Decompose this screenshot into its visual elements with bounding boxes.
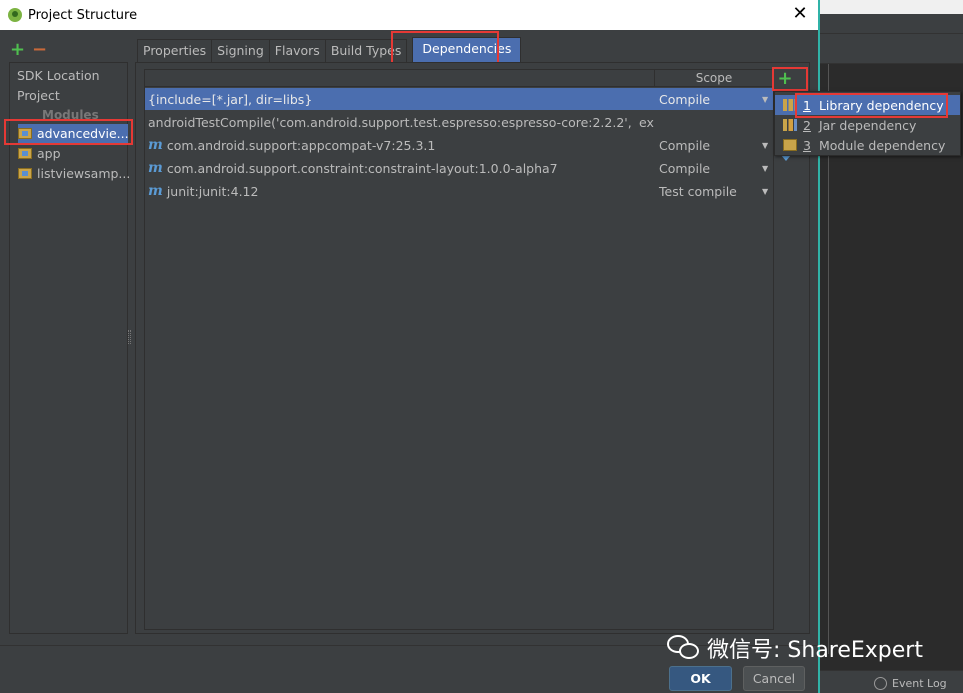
module-folder-icon xyxy=(18,128,32,139)
module-item-listviewsample[interactable]: listviewsamp... xyxy=(18,164,131,183)
menu-item-library-dependency[interactable]: 1 Library dependency xyxy=(775,95,960,115)
dependency-name: androidTestCompile('com.android.support.… xyxy=(148,115,633,130)
chevron-down-icon[interactable]: ▼ xyxy=(762,187,768,196)
module-label: listviewsamp... xyxy=(37,166,131,181)
dependency-name: m junit:junit:4.12 xyxy=(148,183,258,199)
left-navigation-panel: SDK Location Project Modules advancedvie… xyxy=(9,62,131,634)
watermark-text: 微信号: ShareExpert xyxy=(707,638,923,663)
ide-toolbar-strip xyxy=(818,34,963,64)
project-structure-dialog: Project Structure ✕ + − SDK Location Pro… xyxy=(0,0,820,693)
remove-module-button[interactable]: − xyxy=(32,39,47,60)
sidebar-item-sdk-location[interactable]: SDK Location xyxy=(17,68,100,83)
menu-item-label: Module dependency xyxy=(818,137,946,153)
maven-m-icon: m xyxy=(148,160,163,176)
tab-properties[interactable]: Properties xyxy=(137,39,213,62)
table-row[interactable]: {include=[*.jar], dir=libs} Compile ▼ xyxy=(145,88,773,110)
menu-item-module-dependency[interactable]: 3 Module dependency xyxy=(775,135,960,155)
scope-dropdown[interactable]: Test compile xyxy=(659,184,737,199)
dependency-label: androidTestCompile('com.android.support.… xyxy=(148,114,633,130)
table-row[interactable]: m com.android.support.constraint:constra… xyxy=(145,157,773,179)
wechat-watermark: 微信号: ShareExpert xyxy=(667,632,923,664)
tab-flavors[interactable]: Flavors xyxy=(268,39,326,62)
module-item-app[interactable]: app xyxy=(18,144,128,163)
add-dependency-menu: 1 Library dependency 2 Jar dependency 3 … xyxy=(774,91,961,156)
table-header: Scope xyxy=(145,70,773,87)
menu-item-number: 2 xyxy=(803,117,811,133)
menu-item-label: Library dependency xyxy=(818,97,944,113)
column-header-scope[interactable]: Scope xyxy=(654,70,773,87)
menu-item-number: 3 xyxy=(803,137,811,153)
dependency-label: com.android.support:appcompat-v7:25.3.1 xyxy=(166,137,436,153)
tab-build-types[interactable]: Build Types xyxy=(324,39,408,62)
module-item-advancedview[interactable]: advancedvie... xyxy=(18,124,129,143)
sidebar-item-project[interactable]: Project xyxy=(17,88,60,103)
add-module-button[interactable]: + xyxy=(10,39,25,60)
panel-splitter-handle[interactable] xyxy=(128,330,131,344)
truncated-cell-text: ex xyxy=(639,114,654,130)
add-dependency-button[interactable]: + xyxy=(776,70,794,88)
ok-button[interactable]: OK xyxy=(669,666,732,691)
dependencies-panel: Scope {include=[*.jar], dir=libs} Compil… xyxy=(135,62,810,634)
cancel-button[interactable]: Cancel xyxy=(743,666,805,691)
android-studio-icon xyxy=(8,8,22,22)
dependency-label: junit:junit:4.12 xyxy=(166,183,259,199)
dependency-label: com.android.support.constraint:constrain… xyxy=(166,160,558,176)
close-button[interactable]: ✕ xyxy=(790,4,810,24)
left-toolbar: + − xyxy=(10,38,47,60)
table-row[interactable]: m com.android.support:appcompat-v7:25.3.… xyxy=(145,134,773,156)
ide-status-bar: Event Log xyxy=(818,670,963,693)
module-label: app xyxy=(37,146,61,161)
event-log-label: Event Log xyxy=(892,677,947,690)
table-row[interactable]: m junit:junit:4.12 Test compile ▼ xyxy=(145,180,773,202)
dependency-label: {include=[*.jar], dir=libs} xyxy=(148,91,313,107)
tab-bar: Properties Signing Flavors Build Types D… xyxy=(137,37,522,62)
module-folder-icon xyxy=(18,168,32,179)
wechat-icon xyxy=(667,633,701,663)
tab-signing[interactable]: Signing xyxy=(211,39,270,62)
chevron-down-icon[interactable]: ▼ xyxy=(762,95,768,104)
table-row[interactable]: androidTestCompile('com.android.support.… xyxy=(145,111,773,133)
maven-m-icon: m xyxy=(148,137,163,153)
scope-dropdown[interactable]: Compile xyxy=(659,92,710,107)
module-label: advancedvie... xyxy=(37,126,129,141)
jar-icon xyxy=(783,119,797,131)
modules-header: Modules xyxy=(42,108,99,122)
module-folder-icon xyxy=(18,148,32,159)
tab-dependencies[interactable]: Dependencies xyxy=(412,37,522,62)
chevron-down-icon[interactable]: ▼ xyxy=(762,164,768,173)
dependencies-table: Scope {include=[*.jar], dir=libs} Compil… xyxy=(144,69,774,630)
module-icon xyxy=(783,139,797,151)
dialog-title: Project Structure xyxy=(28,7,138,23)
scope-dropdown[interactable]: Compile xyxy=(659,161,710,176)
menu-item-jar-dependency[interactable]: 2 Jar dependency xyxy=(775,115,960,135)
event-log-button[interactable]: Event Log xyxy=(874,677,947,690)
menu-item-number: 1 xyxy=(803,97,811,113)
ide-menu-strip xyxy=(818,14,963,34)
maven-m-icon: m xyxy=(148,183,163,199)
dependency-name: {include=[*.jar], dir=libs} xyxy=(148,92,312,107)
menu-item-label: Jar dependency xyxy=(818,117,917,133)
dependency-name: m com.android.support:appcompat-v7:25.3.… xyxy=(148,137,435,153)
event-log-icon xyxy=(874,677,887,690)
library-icon xyxy=(783,99,797,111)
title-bar: Project Structure ✕ xyxy=(0,0,818,30)
chevron-down-icon[interactable]: ▼ xyxy=(762,141,768,150)
ide-title-strip xyxy=(818,0,963,14)
dependency-name: m com.android.support.constraint:constra… xyxy=(148,160,558,176)
scope-dropdown[interactable]: Compile xyxy=(659,138,710,153)
